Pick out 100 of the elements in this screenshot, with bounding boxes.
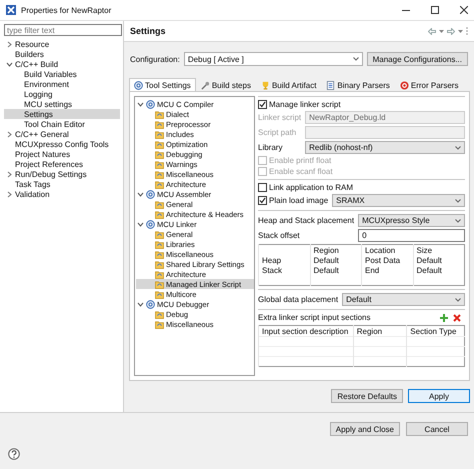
tab[interactable]: Build Artifact (256, 79, 322, 91)
delete-icon[interactable] (453, 314, 461, 322)
folder-icon (155, 160, 164, 168)
caret-icon (455, 298, 461, 302)
tree-item[interactable]: Project Natures (4, 149, 120, 159)
folder-icon (155, 240, 164, 248)
dropdown[interactable]: Redlib (nohost-nf) (305, 141, 465, 154)
maximize-icon[interactable] (431, 6, 439, 14)
tree-item[interactable]: Builders (4, 49, 120, 59)
configuration-select[interactable]: Debug [ Active ] (184, 52, 363, 66)
section-label: Extra linker script input sections (258, 313, 370, 322)
tab[interactable]: Build steps (196, 79, 256, 91)
field-label: Script path (258, 128, 298, 137)
caret-icon[interactable] (458, 30, 463, 32)
column-header: Location (362, 244, 413, 255)
page-title: Settings (130, 26, 167, 36)
tree-item[interactable]: Project References (4, 159, 120, 169)
dialog-button[interactable]: Cancel (406, 422, 468, 436)
check-icon (259, 101, 266, 108)
field-label: Stack offset (258, 231, 301, 240)
chevron-right-icon[interactable] (6, 170, 13, 178)
chevron-down-icon[interactable] (137, 300, 144, 308)
field-label: Linker script (258, 113, 302, 122)
text-field[interactable]: 0 (358, 229, 465, 242)
checkbox-label: Enable printf float (269, 156, 332, 165)
folder-icon (155, 210, 164, 218)
column-header: Input section description (258, 326, 354, 336)
table-cell: Stack (258, 265, 310, 275)
tree-item[interactable]: C/C++ General (4, 129, 120, 139)
tree-item[interactable]: Tool Chain Editor (4, 119, 120, 129)
table-cell: Post Data (362, 255, 413, 265)
back-arrow-icon[interactable] (428, 28, 436, 34)
dropdown[interactable]: SRAMX (332, 194, 465, 207)
window-title: Properties for NewRaptor (21, 6, 112, 14)
table-cell: End (362, 265, 413, 275)
chevron-down-icon[interactable] (137, 220, 144, 228)
field-label: Heap and Stack placement (258, 216, 354, 225)
dialog-button[interactable]: Apply (408, 389, 470, 403)
tree-item[interactable]: Environment (4, 79, 120, 89)
checkbox-label: Manage linker script (269, 100, 341, 109)
tree-item[interactable]: Logging (4, 89, 120, 99)
table-cell: Default (413, 265, 464, 275)
caret-icon[interactable] (439, 30, 444, 32)
tree-item[interactable]: MCUXpresso Config Tools (4, 139, 120, 149)
gear-icon (146, 300, 155, 308)
caret-icon (455, 218, 461, 222)
caret-icon (455, 146, 461, 150)
app-icon (6, 5, 16, 15)
tab[interactable]: Error Parsers (394, 79, 464, 91)
trophy-icon (260, 81, 270, 90)
close-icon[interactable] (460, 6, 468, 14)
dialog-button[interactable]: Restore Defaults (331, 389, 403, 403)
folder-icon (155, 200, 164, 208)
folder-icon (155, 310, 164, 318)
chevron-down-icon[interactable] (137, 190, 144, 198)
dropdown[interactable]: Default (342, 293, 465, 306)
checkbox-label: Link application to RAM (269, 183, 354, 192)
dialog-button[interactable]: Apply and Close (330, 422, 400, 436)
tree-item[interactable]: Resource (4, 39, 120, 49)
dialog-button[interactable]: Manage Configurations... (366, 52, 468, 66)
chevron-right-icon[interactable] (6, 190, 13, 198)
add-icon[interactable] (440, 314, 448, 322)
tree-item[interactable]: Settings (4, 109, 120, 119)
folder-icon (155, 140, 164, 148)
chevron-right-icon[interactable] (6, 40, 13, 48)
folder-icon (155, 270, 164, 278)
tree-item[interactable]: C/C++ Build (4, 59, 120, 69)
folder-icon (155, 130, 164, 138)
tree-item[interactable]: Task Tags (4, 179, 120, 189)
help-icon[interactable] (8, 448, 20, 460)
column-header: Section Type (406, 326, 464, 336)
tab[interactable]: Binary Parsers (321, 79, 395, 91)
folder-icon (155, 230, 164, 238)
field-label: Global data placement (258, 295, 338, 304)
checkbox[interactable] (258, 183, 267, 192)
tree-item[interactable]: MCU settings (4, 99, 120, 109)
chevron-down-icon[interactable] (137, 100, 144, 108)
folder-icon (155, 170, 164, 178)
dropdown[interactable]: MCUXpresso Style (358, 214, 465, 227)
tab[interactable]: Tool Settings (129, 78, 196, 91)
table-cell: Default (310, 265, 362, 275)
gear-icon (134, 80, 143, 90)
checkbox[interactable] (258, 196, 267, 205)
forward-arrow-icon[interactable] (447, 28, 455, 34)
chevron-right-icon[interactable] (6, 130, 13, 138)
folder-icon (155, 110, 164, 118)
chevron-down-icon[interactable] (6, 60, 13, 68)
gear-icon (146, 190, 155, 198)
tree-item[interactable]: Run/Debug Settings (4, 169, 120, 179)
table-cell: Heap (258, 255, 310, 265)
tree-item[interactable]: Build Variables (4, 69, 120, 79)
folder-icon (155, 150, 164, 158)
folder-icon (155, 260, 164, 268)
tree-item[interactable]: Validation (4, 189, 120, 199)
filter-field[interactable]: type filter text (4, 24, 122, 36)
column-header: Region (310, 244, 362, 255)
folder-icon (155, 180, 164, 188)
caret-icon (352, 57, 359, 61)
checkbox[interactable] (258, 100, 267, 109)
folder-icon (155, 250, 164, 258)
